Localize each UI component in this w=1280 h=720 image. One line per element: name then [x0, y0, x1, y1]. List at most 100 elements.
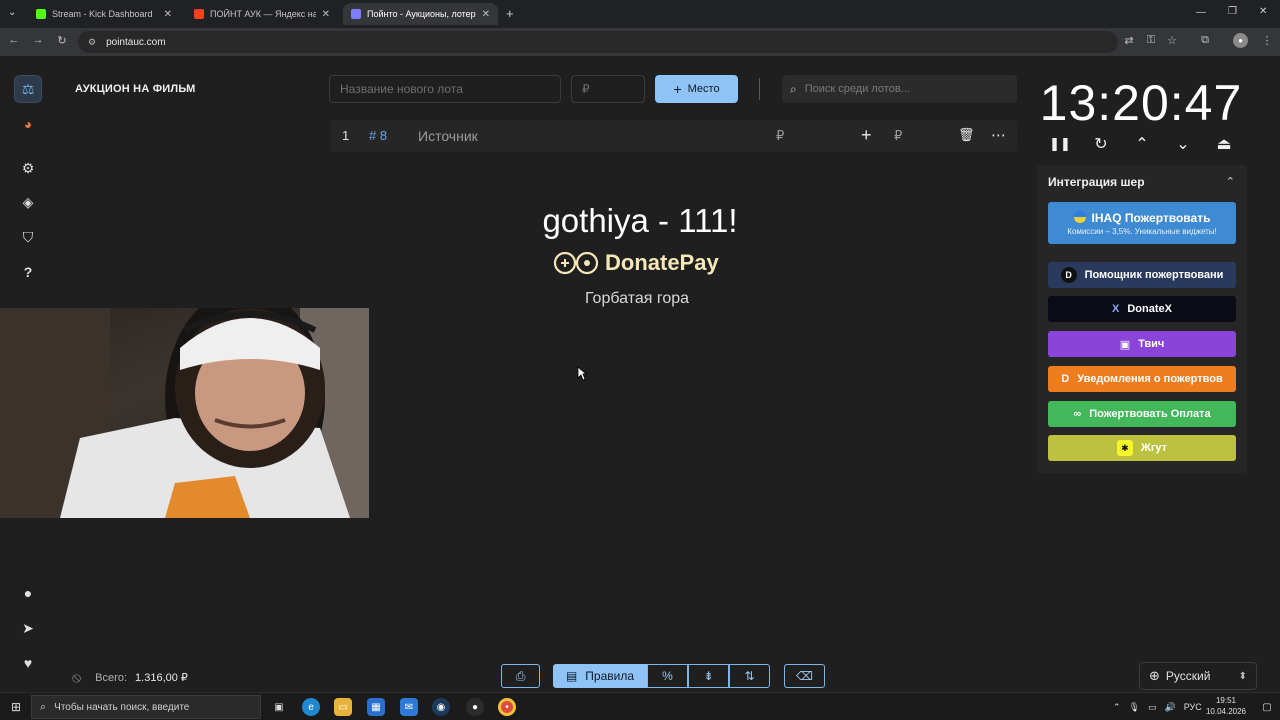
reset-icon[interactable]: ↻	[1089, 134, 1113, 156]
extensions-icon[interactable]: ⧉	[1197, 34, 1213, 47]
address-bar[interactable]: ⚙ pointauc.com	[78, 31, 1118, 53]
telegram-icon[interactable]: ➤	[14, 614, 42, 642]
integrations-title: Интеграция шер	[1048, 175, 1145, 189]
tab-yandex[interactable]: ПОЙНТ АУК — Яндекс нашло ✕	[186, 3, 338, 25]
new-tab-icon[interactable]: +	[506, 6, 514, 21]
back-icon[interactable]: ←	[6, 34, 22, 46]
donation-alerts-icon: D	[1060, 267, 1077, 283]
integration-label: Твич	[1138, 338, 1165, 350]
globe-icon: ⊕	[1149, 668, 1160, 683]
restore-icon[interactable]: ❐	[1228, 6, 1237, 17]
microphone-icon[interactable]: 🎙	[1129, 702, 1140, 713]
more-icon[interactable]: ⋯	[991, 126, 1006, 144]
settings-icon[interactable]: ⚙	[14, 154, 42, 182]
taskbar-search-placeholder: Чтобы начать поиск, введите	[54, 701, 190, 713]
donation-source-label: DonatePay	[605, 250, 719, 275]
integration-zhgut-button[interactable]: ✱ Жгут	[1048, 435, 1236, 461]
integration-donatex-button[interactable]: X DonateX	[1048, 296, 1236, 322]
add-amount-icon[interactable]: +	[861, 125, 872, 146]
menu-icon[interactable]: ⋮	[1259, 34, 1275, 47]
github-icon[interactable]: ●	[14, 579, 42, 607]
chevron-updown-icon: ⬍	[1238, 670, 1247, 682]
tab-kick-dashboard[interactable]: Stream - Kick Dashboard ✕	[28, 3, 180, 25]
new-lot-name-input[interactable]	[329, 75, 561, 103]
delete-icon[interactable]: 🗑	[958, 127, 975, 143]
iq-donate-label: IHAQ Пожертвовать	[1091, 210, 1211, 225]
sort-button[interactable]: ⇅	[729, 664, 770, 688]
close-icon[interactable]: ✕	[322, 9, 330, 20]
rules-button[interactable]: ▤ Правила	[553, 664, 647, 688]
integration-donationalerts-button[interactable]: D Уведомления о пожертвов	[1048, 366, 1236, 392]
integration-label: Пожертвовать Оплата	[1089, 408, 1211, 420]
tab-search-icon[interactable]: ⌄	[8, 7, 16, 18]
webcam-person-image	[0, 308, 369, 518]
percent-button[interactable]: %	[647, 664, 688, 688]
taskbar-search-input[interactable]: ⌕ Чтобы начать поиск, введите	[31, 695, 261, 719]
add-amount-currency[interactable]: ₽	[894, 128, 902, 144]
pause-icon[interactable]: ❚❚	[1048, 136, 1072, 158]
bookmark-star-icon[interactable]: ☆	[1164, 34, 1180, 47]
save-button[interactable]: ⎙	[501, 664, 540, 688]
reload-icon[interactable]: ↻	[54, 34, 70, 47]
help-icon[interactable]: ?	[14, 258, 42, 286]
collapse-icon[interactable]: ⌃	[1226, 175, 1235, 188]
double-up-icon[interactable]: ⏏	[1212, 134, 1236, 156]
integration-label: Помощник пожертвовани	[1084, 269, 1224, 281]
clear-lots-button[interactable]: ⌫	[784, 664, 825, 688]
lot-row[interactable]: 1 # 8 Источник ₽ + ₽ 🗑 ⋯	[330, 120, 1017, 152]
notifications-icon[interactable]: ▢	[1258, 698, 1276, 716]
lot-amount-currency[interactable]: ₽	[776, 128, 784, 144]
donatepay-logo-icon	[553, 251, 599, 275]
iq-donate-button[interactable]: IHAQ Пожертвовать Комиссии – 3,5%. Уника…	[1048, 202, 1236, 244]
integration-twitch-button[interactable]: ▣ Твич	[1048, 331, 1236, 357]
store-icon[interactable]: ▦	[367, 698, 385, 716]
split-button[interactable]: ⇟	[688, 664, 729, 688]
network-icon[interactable]: ▭	[1148, 702, 1157, 713]
password-icon[interactable]: ⚿	[1143, 34, 1159, 47]
integrations-panel: Интеграция шер ⌃ IHAQ Пожертвовать Комис…	[1037, 165, 1247, 473]
language-select[interactable]: ⊕ Русский ⬍	[1139, 662, 1257, 690]
close-icon[interactable]: ✕	[164, 9, 172, 20]
add-place-button[interactable]: + Место	[655, 75, 738, 103]
tab-pointauc[interactable]: Пойнто - Аукционы, лотереи ✕	[343, 3, 498, 25]
pointauc-favicon-icon	[351, 9, 361, 19]
auction-title[interactable]: АУКЦИОН НА ФИЛЬМ	[75, 83, 196, 95]
minimize-icon[interactable]: —	[1196, 7, 1206, 18]
windows-taskbar: ⊞ ⌕ Чтобы начать поиск, введите ▣ e ▭ ▦ …	[0, 692, 1280, 720]
chrome-icon[interactable]: •	[498, 698, 516, 716]
browser-toolbar: ← → ↻ ⚙ pointauc.com ⇄ ⚿ ☆ ⧉ ● ⋮	[0, 28, 1280, 56]
mail-icon[interactable]: ✉	[400, 698, 418, 716]
windows-start-icon[interactable]: ⊞	[7, 698, 25, 716]
close-icon[interactable]: ✕	[482, 9, 490, 20]
integration-donatepay-button[interactable]: ∞ Пожертвовать Оплата	[1048, 401, 1236, 427]
donate-hand-icon[interactable]: ♥	[14, 649, 42, 677]
auction-icon[interactable]: ⚖	[14, 75, 42, 103]
reduce-time-icon[interactable]: ⌄	[1171, 134, 1195, 156]
wheel-icon[interactable]: ◕	[14, 110, 42, 138]
url-text: pointauc.com	[106, 36, 166, 48]
lot-index: 1	[342, 128, 350, 143]
obs-icon[interactable]: ●	[466, 698, 484, 716]
edge-icon[interactable]: e	[302, 698, 320, 716]
lot-name[interactable]: Источник	[418, 128, 478, 144]
close-window-icon[interactable]: ✕	[1259, 6, 1267, 17]
integration-donation-alerts-button[interactable]: D Помощник пожертвовани	[1048, 262, 1236, 288]
hide-amount-icon[interactable]: ⦸	[72, 669, 81, 686]
taskbar-clock[interactable]: 19:51 10.04.2026	[1200, 695, 1252, 717]
profile-avatar-icon[interactable]: ●	[1233, 33, 1248, 48]
new-lot-amount-input[interactable]	[571, 75, 645, 103]
lot-id: # 8	[369, 128, 388, 143]
search-placeholder: Поиск среди лотов...	[804, 83, 910, 95]
place-button-label: Место	[687, 83, 720, 95]
site-info-icon[interactable]: ⚙	[88, 37, 96, 48]
add-time-icon[interactable]: ⌃	[1130, 134, 1154, 156]
task-view-icon[interactable]: ▣	[270, 698, 288, 716]
explorer-icon[interactable]: ▭	[334, 698, 352, 716]
translate-icon[interactable]: ⇄	[1121, 34, 1137, 47]
tray-chevron-icon[interactable]: ⌃	[1113, 702, 1121, 713]
steam-icon[interactable]: ◉	[432, 698, 450, 716]
forward-icon[interactable]: →	[30, 34, 46, 46]
lot-search-input[interactable]: ⌕ Поиск среди лотов...	[782, 75, 1017, 103]
kick-favicon-icon	[36, 9, 46, 19]
volume-icon[interactable]: 🔊	[1165, 702, 1176, 713]
